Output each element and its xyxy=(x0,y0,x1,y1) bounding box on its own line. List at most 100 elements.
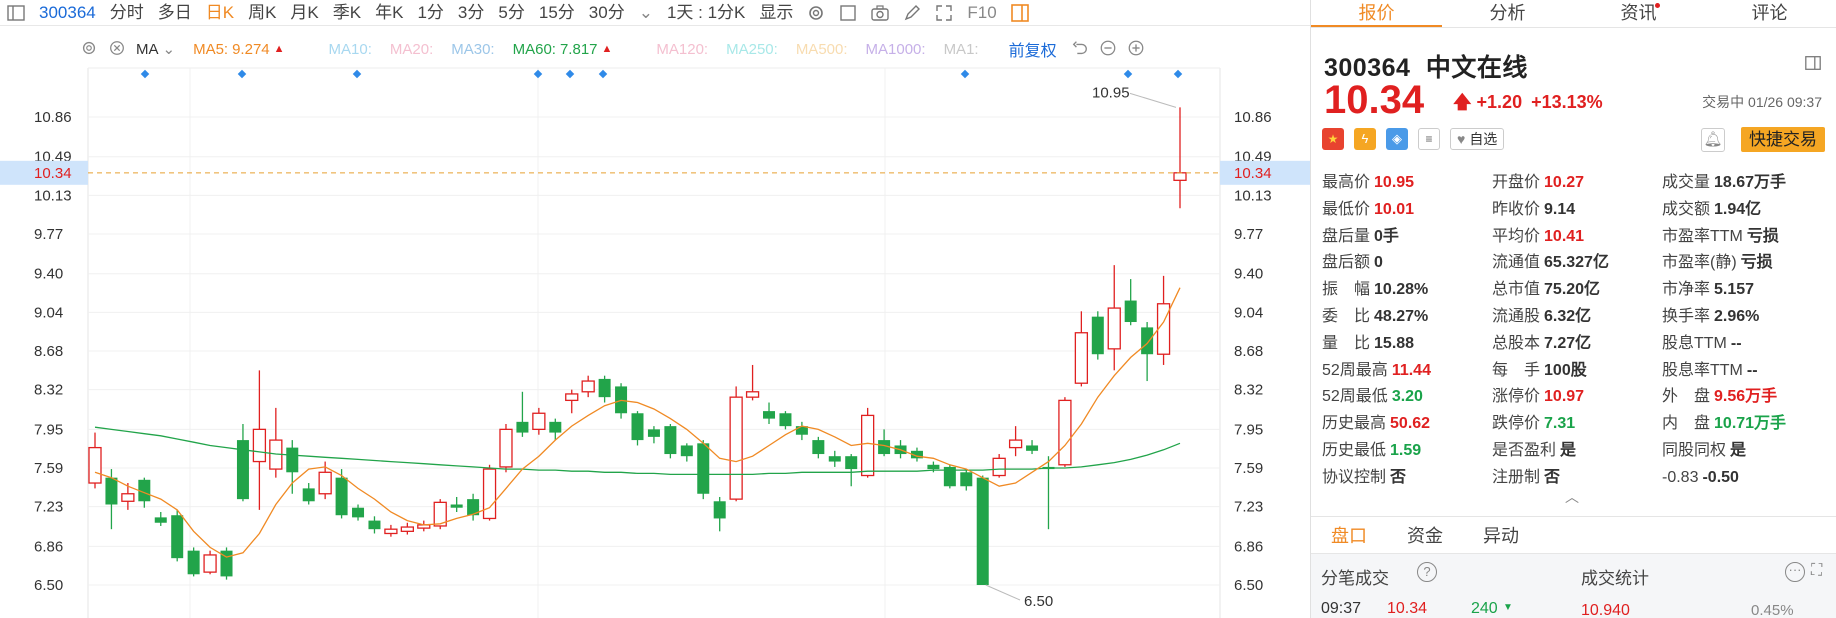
notes-icon[interactable]: ≡ xyxy=(1418,128,1440,150)
tab-1min[interactable]: 1分 xyxy=(410,0,450,26)
tab-news[interactable]: 资讯 xyxy=(1573,0,1704,27)
candle-body xyxy=(368,520,381,530)
candle-body xyxy=(105,477,118,505)
ma30-label[interactable]: MA30: xyxy=(451,41,494,58)
event-marker xyxy=(565,69,575,79)
ma-select[interactable]: MA xyxy=(136,41,159,58)
collapse-chevron-icon[interactable]: ︿ xyxy=(1565,487,1579,507)
bell-icon[interactable]: 🔔︎ xyxy=(1701,128,1725,152)
toolbar-code[interactable]: 300364 xyxy=(32,0,103,26)
ma120-label[interactable]: MA120: xyxy=(656,41,708,58)
quote-field-label: 最高价 xyxy=(1322,174,1371,191)
tab-multiday[interactable]: 多日 xyxy=(151,0,199,26)
tab-capital[interactable]: 资金 xyxy=(1387,522,1463,548)
tick-down-icon: ▼ xyxy=(1503,602,1513,613)
fullscreen-icon[interactable] xyxy=(934,3,954,23)
candle-body xyxy=(631,413,644,441)
layout-toggle-icon[interactable] xyxy=(1804,54,1822,76)
tab-monthly-k[interactable]: 月K xyxy=(283,0,325,26)
tick-price: 10.34 xyxy=(1387,600,1428,617)
quote-tabs: 报价 分析 资讯 评论 xyxy=(1311,0,1836,28)
quote-field: 52周最低 3.20 xyxy=(1322,384,1492,411)
checkbox-icon[interactable] xyxy=(838,3,858,23)
more-icon[interactable]: ··· xyxy=(1785,562,1805,582)
tab-daily-k[interactable]: 日K xyxy=(199,0,241,26)
side-panel-icon[interactable] xyxy=(1010,3,1030,23)
lightning-icon[interactable]: ϟ xyxy=(1354,128,1376,150)
undo-icon[interactable] xyxy=(1071,39,1091,59)
display-select[interactable]: 显示 xyxy=(752,0,800,26)
china-flag-icon[interactable]: ★ xyxy=(1322,128,1344,150)
quote-field-label: 同股同权 xyxy=(1662,441,1727,459)
tab-30min[interactable]: 30分 xyxy=(582,0,632,26)
candle-body xyxy=(252,428,267,463)
tab-quarterly-k[interactable]: 季K xyxy=(326,0,368,26)
quote-field: 昨收价 9.14 xyxy=(1492,197,1662,224)
ma-close-icon[interactable] xyxy=(108,39,128,59)
quote-field-label: 外 盘 xyxy=(1662,388,1711,406)
ma-settings-gear-icon[interactable] xyxy=(80,39,100,59)
tab-intraday[interactable]: 分时 xyxy=(103,0,151,26)
quote-field-label: 市盈率TTM xyxy=(1662,227,1743,245)
ma10-label[interactable]: MA10: xyxy=(329,41,372,58)
candle-body xyxy=(171,515,184,559)
quote-field-row: 52周最高 11.44 每 手 100股 股息率TTM -- xyxy=(1322,358,1832,385)
ma500-label[interactable]: MA500: xyxy=(796,41,848,58)
ma-select-chevron-icon[interactable]: ⌄ xyxy=(163,40,176,58)
stat-price: 10.940 xyxy=(1581,602,1630,618)
y-tick-label-right: 10.49 xyxy=(1234,149,1272,166)
quote-field-label: 平均价 xyxy=(1492,227,1541,245)
tab-comments[interactable]: 评论 xyxy=(1704,0,1835,27)
quote-field-label: 52周最高 xyxy=(1322,361,1388,379)
adjust-select[interactable]: 前复权 xyxy=(1009,37,1057,61)
quote-field-row: 历史最高 50.62 跌停价 7.31 内 盘 10.71万手 xyxy=(1322,411,1832,438)
quote-field-label: 量 比 xyxy=(1322,334,1371,352)
quote-field-value: -- xyxy=(1730,334,1742,352)
help-icon[interactable]: ? xyxy=(1417,562,1437,582)
watchlist-button[interactable]: ♥ 自选 xyxy=(1450,128,1505,150)
quote-field-value: 1.94亿 xyxy=(1714,200,1762,218)
candle-body xyxy=(927,464,940,470)
f10-button[interactable]: F10 xyxy=(960,0,1003,26)
ma250-label[interactable]: MA250: xyxy=(726,41,778,58)
candle-body xyxy=(499,428,513,468)
y-tick-label-right: 6.50 xyxy=(1234,577,1263,594)
ma60-label[interactable]: MA60: xyxy=(513,41,556,58)
quote-field-label: 总股本 xyxy=(1492,334,1541,352)
quote-field: -0.83 -0.50 xyxy=(1662,465,1832,492)
zoom-in-icon[interactable] xyxy=(1127,39,1147,59)
candlestick-chart[interactable]: 10.86 10.86 10.49 10.49 10.13 10.13 9.77 9.77 9.… xyxy=(0,0,1310,618)
tab-3min[interactable]: 3分 xyxy=(451,0,491,26)
quote-field: 历史最高 50.62 xyxy=(1322,411,1492,438)
zoom-out-icon[interactable] xyxy=(1099,39,1119,59)
tab-weekly-k[interactable]: 周K xyxy=(241,0,283,26)
tab-movement[interactable]: 异动 xyxy=(1463,522,1539,548)
tag-icon[interactable]: ◈ xyxy=(1386,128,1408,150)
up-arrow-icon: 🡅 xyxy=(1453,92,1472,112)
quote-field: 开盘价 10.27 xyxy=(1492,170,1662,197)
more-periods-chevron-icon[interactable]: ⌄ xyxy=(632,0,660,26)
camera-icon[interactable] xyxy=(870,3,890,23)
panel-toggle-icon[interactable] xyxy=(6,3,26,23)
tab-yearly-k[interactable]: 年K xyxy=(368,0,410,26)
y-tick-label-right: 7.59 xyxy=(1234,460,1263,477)
ma1000-label[interactable]: MA1000: xyxy=(866,41,926,58)
period-select[interactable]: 1天 : 1分K xyxy=(660,0,752,26)
expand-icon[interactable]: ⛶ xyxy=(1811,562,1822,580)
ma20-label[interactable]: MA20: xyxy=(390,41,433,58)
tab-order-book[interactable]: 盘口 xyxy=(1311,522,1387,548)
tab-analysis[interactable]: 分析 xyxy=(1442,0,1573,27)
candle-body xyxy=(861,414,875,477)
ma1-label[interactable]: MA1: xyxy=(944,41,979,58)
tab-quote[interactable]: 报价 xyxy=(1311,0,1442,27)
quote-field: 涨停价 10.97 xyxy=(1492,384,1662,411)
high-annotation: 10.95 xyxy=(1092,84,1130,101)
tab-5min[interactable]: 5分 xyxy=(491,0,531,26)
candle-body xyxy=(763,411,776,419)
draw-pen-icon[interactable] xyxy=(902,3,922,23)
quick-trade-button[interactable]: 快捷交易 xyxy=(1741,127,1825,152)
candle-body xyxy=(532,412,546,431)
settings-gear-icon[interactable] xyxy=(806,3,826,23)
quote-field-value: 48.27% xyxy=(1374,307,1429,325)
tab-15min[interactable]: 15分 xyxy=(532,0,582,26)
